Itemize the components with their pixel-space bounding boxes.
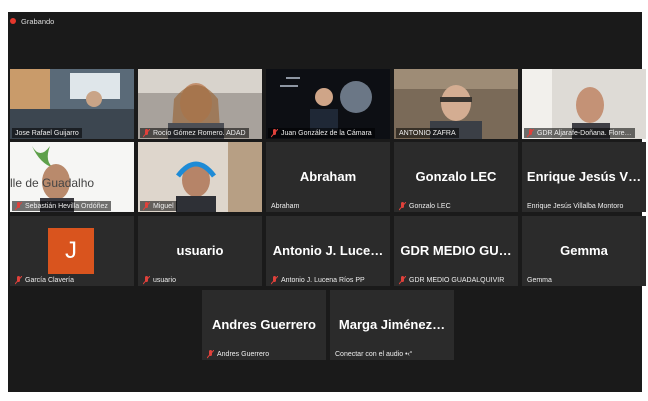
participant-avatar: J	[48, 228, 94, 274]
participant-label: usuario	[140, 275, 179, 285]
participant-label: Jose Rafael Guijarro	[12, 128, 82, 138]
meeting-window: Grabando Jose Rafael Guijarro Rocío Góme…	[8, 12, 646, 392]
participant-label: GDR Aljarafe-Doñana. Flore…	[524, 128, 635, 138]
muted-mic-icon	[271, 128, 278, 137]
participant-display-name: Abraham	[299, 169, 357, 184]
participant-display-name: Gonzalo LEC	[415, 169, 497, 184]
participant-label: Gemma	[527, 276, 552, 284]
muted-mic-icon	[527, 128, 534, 137]
participant-tile[interactable]: Andres Guerrero Andres Guerrero	[202, 290, 326, 360]
participant-label: Enrique Jesús Villalba Montoro	[527, 202, 624, 210]
participant-tile[interactable]: Enrique Jesús V… Enrique Jesús Villalba …	[522, 142, 646, 212]
participant-display-name: Antonio J. Luce…	[272, 243, 384, 258]
participant-label: Abraham	[271, 202, 300, 210]
participant-display-name: Marga Jiménez…	[338, 317, 446, 332]
participant-label: Antonio J. Lucena Ríos PP	[268, 275, 368, 285]
muted-mic-icon	[143, 128, 150, 137]
participant-label: Rocío Gómez Romero. ADAD	[140, 128, 249, 138]
participant-display-name: Gemma	[560, 243, 608, 258]
participant-label: Conectar con el audio •‹“	[335, 350, 413, 358]
participant-tile[interactable]: Rocío Gómez Romero. ADAD	[138, 69, 262, 139]
recording-indicator: Grabando	[8, 12, 54, 30]
participant-label: Juan González de la Cámara	[268, 128, 375, 138]
muted-mic-icon	[271, 275, 278, 284]
participant-tile[interactable]: lle de Guadalho Sebastián Hevilla Ordóñe…	[10, 142, 134, 212]
muted-mic-icon	[143, 275, 150, 284]
participant-display-name: GDR MEDIO GU…	[400, 243, 512, 258]
muted-mic-icon	[207, 349, 214, 358]
participant-tile[interactable]: Miguel	[138, 142, 262, 212]
participant-tile[interactable]: usuario usuario	[138, 216, 262, 286]
participant-label: GDR MEDIO GUADALQUIVIR	[396, 275, 507, 285]
participant-tile[interactable]: Gonzalo LEC Gonzalo LEC	[394, 142, 518, 212]
muted-mic-icon	[15, 275, 22, 284]
participant-tile-active-speaker[interactable]: ANTONIO ZAFRA	[394, 69, 518, 139]
participant-tile[interactable]: Gemma Gemma	[522, 216, 646, 286]
participant-tile[interactable]: Abraham Abraham	[266, 142, 390, 212]
muted-mic-icon	[399, 275, 406, 284]
participant-display-name: usuario	[176, 243, 224, 258]
muted-mic-icon	[143, 201, 150, 210]
recording-label: Grabando	[21, 16, 55, 26]
participant-tile[interactable]: GDR Aljarafe-Doñana. Flore…	[522, 69, 646, 139]
participant-label: ANTONIO ZAFRA	[396, 128, 459, 138]
participant-tile[interactable]: Marga Jiménez… Conectar con el audio •‹“	[330, 290, 454, 360]
participant-tile[interactable]: J García Clavería	[10, 216, 134, 286]
participant-tile[interactable]: GDR MEDIO GU… GDR MEDIO GUADALQUIVIR	[394, 216, 518, 286]
participant-tile[interactable]: Antonio J. Luce… Antonio J. Lucena Ríos …	[266, 216, 390, 286]
muted-mic-icon	[399, 201, 406, 210]
audio-connecting-icon: •‹“	[405, 350, 413, 358]
participant-label: Andres Guerrero	[204, 349, 272, 359]
participant-display-name: Andres Guerrero	[211, 317, 317, 332]
recording-dot-icon	[10, 18, 16, 24]
participant-tile[interactable]: Jose Rafael Guijarro	[10, 69, 134, 139]
participant-tile[interactable]: Juan González de la Cámara	[266, 69, 390, 139]
participant-label: Sebastián Hevilla Ordóñez	[12, 201, 111, 211]
muted-mic-icon	[15, 201, 22, 210]
participant-label: García Clavería	[12, 275, 77, 285]
participant-label: Gonzalo LEC	[396, 201, 454, 211]
background-logo-text: lle de Guadalho	[10, 176, 95, 190]
participant-display-name: Enrique Jesús V…	[526, 169, 642, 184]
participant-label: Miguel	[140, 201, 177, 211]
